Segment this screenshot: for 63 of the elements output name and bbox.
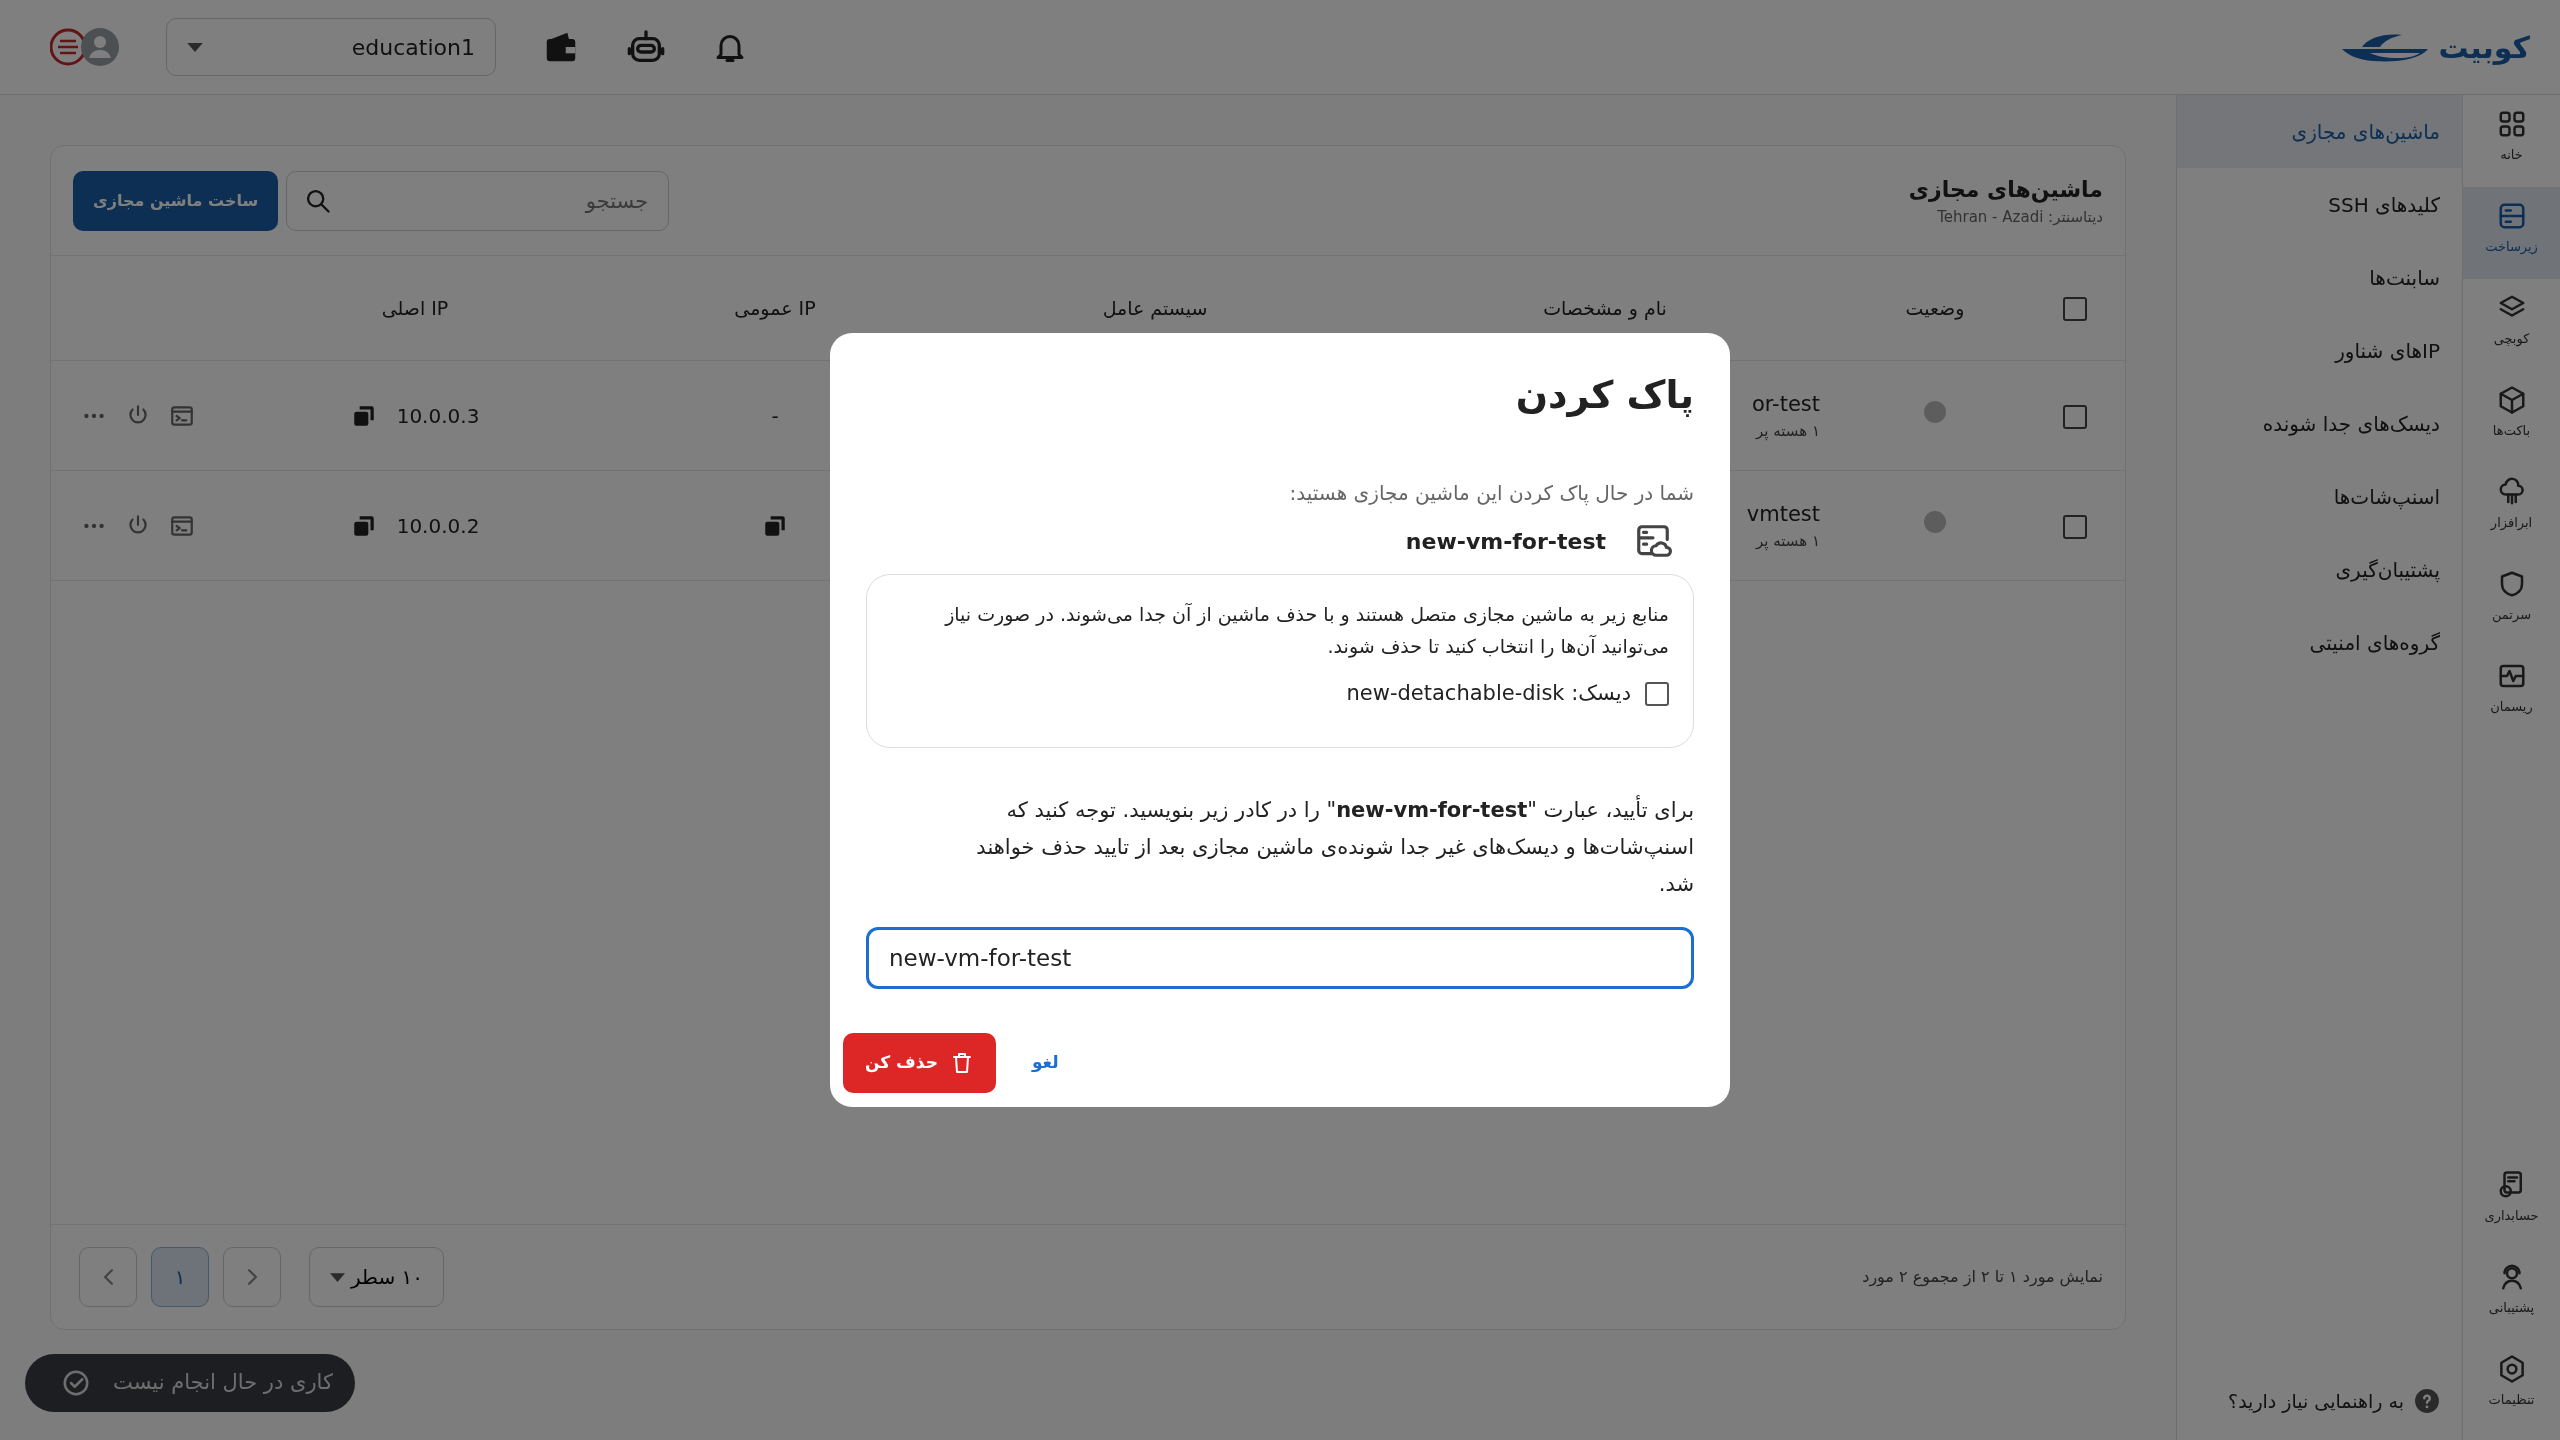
status-dot bbox=[1924, 510, 1946, 533]
row-checkbox[interactable] bbox=[2063, 515, 2087, 539]
pagination-summary: نمایش مورد ۱ تا ۲ از مجموع ۲ مورد bbox=[1862, 1266, 2103, 1289]
public-ip: - bbox=[771, 402, 779, 430]
submenu-item[interactable]: دیسک‌های جدا شونده bbox=[2177, 387, 2462, 460]
rail-item[interactable]: باکت‌ها bbox=[2463, 371, 2560, 463]
rows-per-page-dropdown[interactable]: ۱۰ سطر bbox=[309, 1247, 444, 1307]
rail-item[interactable]: تنظیمات bbox=[2463, 1340, 2560, 1432]
vm-name: new-vm-for-test bbox=[1405, 527, 1606, 556]
rail-item[interactable]: حسابداری bbox=[2463, 1156, 2560, 1248]
select-all-checkbox[interactable] bbox=[2063, 297, 2087, 322]
toast-message: کاری در حال انجام نیست bbox=[113, 1369, 333, 1397]
rail-item[interactable]: ریسمان bbox=[2463, 647, 2560, 739]
confirm-input-field[interactable]: new-vm-for-test bbox=[866, 926, 1694, 989]
vm-name: or-test bbox=[1751, 390, 1820, 418]
column-header: نام و مشخصات bbox=[1543, 296, 1667, 319]
status-dot bbox=[1924, 400, 1946, 423]
server-icon bbox=[2496, 201, 2527, 231]
rail-item[interactable]: ابرافزار bbox=[2463, 463, 2560, 555]
resource-label: دیسک: new-detachable-disk bbox=[1346, 679, 1631, 707]
column-header: IP اصلی bbox=[381, 296, 449, 319]
submenu-item[interactable]: IPهای شناور bbox=[2177, 314, 2462, 387]
page-button[interactable]: ۱ bbox=[151, 1247, 209, 1307]
submenu-item[interactable]: کلیدهای SSH bbox=[2177, 168, 2462, 241]
project-selector[interactable]: education1 bbox=[166, 18, 496, 76]
help-icon[interactable] bbox=[2414, 1387, 2440, 1414]
resource-checkbox[interactable] bbox=[1645, 681, 1669, 706]
submenu-item[interactable]: سابنت‌ها bbox=[2177, 241, 2462, 314]
search-field[interactable]: جستجو bbox=[286, 170, 670, 231]
delete-button[interactable]: حذف کن bbox=[843, 1032, 996, 1093]
rail-item[interactable]: پشتیبانی bbox=[2463, 1248, 2560, 1340]
row-checkbox[interactable] bbox=[2063, 405, 2087, 429]
page-title: ماشین‌های مجازی bbox=[1908, 175, 2103, 205]
column-header: وضعیت bbox=[1905, 296, 1965, 319]
private-ip: 10.0.0.2 bbox=[396, 512, 480, 540]
check-circle-icon bbox=[61, 1368, 91, 1398]
create-vm-button[interactable]: ساخت ماشین مجازی bbox=[73, 170, 279, 231]
rail-item[interactable]: زیرساخت bbox=[2463, 187, 2560, 279]
chevron-left-icon bbox=[103, 1269, 113, 1285]
submenu-item[interactable]: گروه‌های امنیتی bbox=[2177, 606, 2462, 679]
resources-note: منابع زیر به ماشین مجازی متصل هستند و با حذف ماشین از آن جدا می‌شوند. در صورت نیاز می‌توانید آن‌ها را انتخاب کنید تا حذف شوند. bbox=[943, 602, 1669, 660]
vm-specs: ۱ هسته پر bbox=[1756, 531, 1820, 553]
caret-icon bbox=[187, 42, 203, 52]
help-link[interactable]: به راهنمایی نیاز دارید؟ bbox=[2228, 1386, 2404, 1415]
vm-name: vmtest bbox=[1746, 500, 1820, 528]
vm-specs: ۱ هسته پر bbox=[1756, 421, 1820, 443]
column-header: IP عمومی bbox=[734, 296, 816, 319]
column-header: سیستم عامل bbox=[1102, 296, 1208, 319]
submenu-item[interactable]: پشتیبان‌گیری bbox=[2177, 533, 2462, 606]
cloud-icon bbox=[2496, 477, 2527, 507]
dialog-title: پاک کردن bbox=[1514, 372, 1694, 420]
submenu-item[interactable]: ماشین‌های مجازی bbox=[2177, 95, 2462, 168]
rail-item[interactable]: کوبچی bbox=[2463, 279, 2560, 371]
datacenter-subtitle: دیتاسنتر: Tehran - Azadi bbox=[1936, 206, 2103, 228]
rail-item[interactable]: خانه bbox=[2463, 95, 2560, 187]
cancel-button[interactable]: لغو bbox=[1025, 1048, 1065, 1077]
dialog-intro: شما در حال پاک کردن این ماشین مجازی هستید: bbox=[1288, 480, 1694, 508]
private-ip: 10.0.0.3 bbox=[396, 402, 480, 430]
logo-text: کوبیت bbox=[2438, 28, 2530, 67]
rail-item[interactable]: سرتمن bbox=[2463, 555, 2560, 647]
submenu-item[interactable]: اسنپ‌شات‌ها bbox=[2177, 460, 2462, 533]
caret-icon bbox=[330, 1272, 345, 1282]
chevron-right-icon bbox=[247, 1269, 257, 1285]
